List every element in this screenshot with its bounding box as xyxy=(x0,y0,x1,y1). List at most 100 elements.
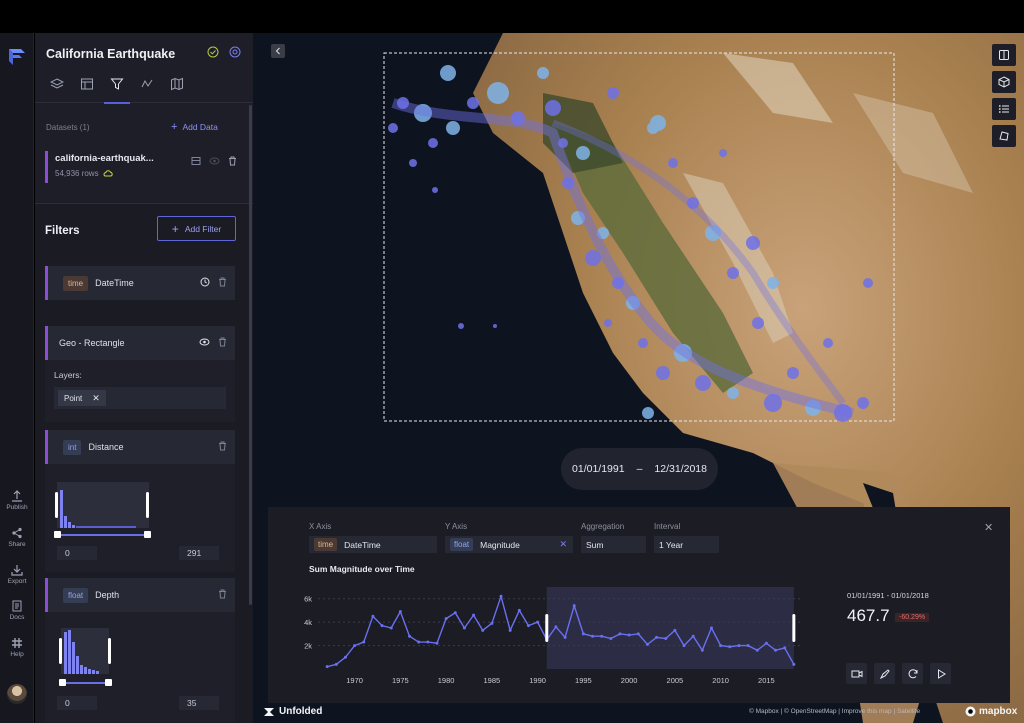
close-icon[interactable]: ✕ xyxy=(984,521,993,534)
data-point xyxy=(746,644,750,648)
tab-basemap[interactable] xyxy=(170,77,184,97)
data-point xyxy=(764,641,768,645)
close-icon[interactable]: ✕ xyxy=(92,393,100,404)
eye-icon[interactable] xyxy=(209,156,220,166)
layer-chip: Point ✕ xyxy=(58,390,106,406)
unfolded-logo[interactable]: Unfolded xyxy=(263,706,322,717)
collapse-panel-button[interactable] xyxy=(271,44,285,58)
panel-scrollbar[interactable] xyxy=(249,105,252,605)
clock-icon[interactable] xyxy=(200,277,210,287)
rail-publish[interactable]: Publish xyxy=(0,490,34,511)
trash-icon[interactable] xyxy=(218,441,227,451)
rail-docs[interactable]: Docs xyxy=(0,600,34,621)
data-point xyxy=(591,634,595,638)
range-bracket-left[interactable] xyxy=(59,638,62,664)
rail-help[interactable]: Help xyxy=(0,637,34,658)
y-axis-select[interactable]: float Magnitude ✕ xyxy=(445,536,573,553)
draw-polygon-button[interactable] xyxy=(992,125,1016,147)
add-filter-button[interactable]: + Add Filter xyxy=(157,216,236,241)
filter-icon xyxy=(110,78,124,90)
eye-icon[interactable] xyxy=(199,337,210,347)
legend-button[interactable] xyxy=(992,98,1016,120)
data-point xyxy=(554,625,558,629)
rail-share-label: Share xyxy=(8,541,26,548)
app-logo-icon[interactable] xyxy=(7,45,27,67)
distance-max-value[interactable]: 291 xyxy=(179,546,219,560)
delta-badge: -60.29% xyxy=(895,613,930,622)
filter-datetime[interactable]: time DateTime xyxy=(45,266,235,300)
trash-icon[interactable] xyxy=(228,156,237,166)
distance-slider-min[interactable] xyxy=(54,531,61,538)
range-bracket-right[interactable] xyxy=(146,492,149,518)
table-icon[interactable] xyxy=(191,156,201,166)
filter-distance[interactable]: int Distance 0 291 xyxy=(45,430,235,572)
unfolded-label: Unfolded xyxy=(279,706,323,717)
data-point xyxy=(536,620,540,624)
selection-handle[interactable] xyxy=(792,614,796,642)
tab-interactions[interactable] xyxy=(80,77,94,97)
icon-rail: Publish Share Export Docs Help xyxy=(0,33,34,723)
rail-share[interactable]: Share xyxy=(0,527,34,548)
type-badge: time xyxy=(63,275,89,291)
distance-range-track xyxy=(57,534,147,536)
interval-select[interactable]: 1 Year xyxy=(654,536,719,553)
tab-filters[interactable] xyxy=(104,77,130,104)
depth-slider-max[interactable] xyxy=(105,679,112,686)
trash-icon[interactable] xyxy=(218,589,227,599)
unfolded-logo-icon xyxy=(264,707,274,716)
panel-header: California Earthquake xyxy=(35,33,253,104)
split-map-button[interactable] xyxy=(992,44,1016,66)
check-circle-icon[interactable] xyxy=(207,46,219,58)
range-bracket-left[interactable] xyxy=(55,492,58,518)
avatar[interactable] xyxy=(7,684,27,704)
data-point xyxy=(499,594,503,598)
add-data-button[interactable]: + Add Data xyxy=(171,121,218,133)
y-tick-label: 6k xyxy=(304,595,312,604)
depth-min-value[interactable]: 0 xyxy=(57,696,97,710)
x-axis-select[interactable]: time DateTime xyxy=(309,536,437,553)
data-point xyxy=(700,648,704,652)
filter-geo-rectangle[interactable]: Geo - Rectangle Layers: Point ✕ xyxy=(45,326,235,422)
depth-slider-min[interactable] xyxy=(59,679,66,686)
distance-slider-max[interactable] xyxy=(144,531,151,538)
mapbox-logo[interactable]: mapbox xyxy=(965,706,1017,717)
tab-layers[interactable] xyxy=(49,77,65,97)
x-tick-label: 2015 xyxy=(758,676,775,685)
data-point xyxy=(426,640,430,644)
map-attribution[interactable]: © Mapbox | © OpenStreetMap | Improve thi… xyxy=(749,708,920,715)
layers-select[interactable]: Point ✕ xyxy=(54,387,226,409)
record-video-button[interactable] xyxy=(846,663,867,684)
layers-label: Layers: xyxy=(54,370,82,380)
tab-analytics[interactable] xyxy=(140,77,154,97)
loop-button[interactable] xyxy=(902,663,923,684)
data-point xyxy=(755,648,759,652)
3d-view-button[interactable] xyxy=(992,71,1016,93)
data-point xyxy=(609,637,613,641)
selection-band xyxy=(546,587,794,669)
trash-icon[interactable] xyxy=(218,337,227,347)
filter-depth[interactable]: float Depth 0 35 xyxy=(45,578,235,722)
selection-handle[interactable] xyxy=(545,614,549,642)
chart-title: Sum Magnitude over Time xyxy=(309,564,415,574)
animation-speed-button[interactable] xyxy=(874,663,895,684)
rail-export[interactable]: Export xyxy=(0,564,34,585)
dataset-item[interactable]: california-earthquak... 54,936 rows xyxy=(45,151,241,183)
data-point xyxy=(398,610,402,614)
close-icon[interactable]: ✕ xyxy=(559,539,567,550)
summary-value: 467.7 xyxy=(847,606,890,625)
aggregation-label: Aggregation xyxy=(581,522,625,531)
trash-icon[interactable] xyxy=(218,277,227,287)
data-point xyxy=(636,632,640,636)
play-button[interactable] xyxy=(930,663,951,684)
time-range-display[interactable]: 01/01/1991 – 12/31/2018 xyxy=(561,448,718,490)
data-point xyxy=(343,655,347,659)
data-point xyxy=(362,640,366,644)
depth-max-value[interactable]: 35 xyxy=(179,696,219,710)
range-bracket-right[interactable] xyxy=(108,638,111,664)
settings-icon[interactable] xyxy=(229,46,241,58)
aggregation-select[interactable]: Sum xyxy=(581,536,646,553)
time-series-chart[interactable]: 2k 4k 6k 1970 1975 1980 1985 1990 1995 2000 2005 20… xyxy=(288,579,808,699)
page-title: California Earthquake xyxy=(46,47,176,61)
distance-min-value[interactable]: 0 xyxy=(57,546,97,560)
data-point xyxy=(462,626,466,630)
